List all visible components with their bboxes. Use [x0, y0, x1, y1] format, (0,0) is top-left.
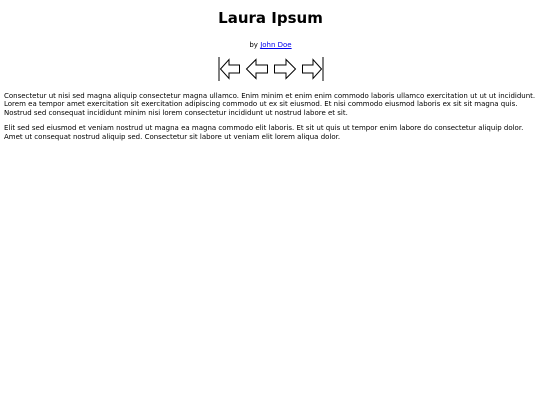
next-page-button[interactable] [273, 56, 297, 82]
page-navigation [4, 56, 537, 82]
previous-page-button[interactable] [245, 56, 269, 82]
previous-page-icon [245, 58, 268, 80]
next-page-icon [273, 58, 296, 80]
author-link[interactable]: John Doe [260, 41, 291, 49]
last-page-icon [301, 57, 323, 81]
byline: by John Doe [4, 41, 537, 50]
page-title: Laura Ipsum [218, 9, 323, 27]
page: Laura Ipsum by John Doe Consectetur ut n… [0, 9, 540, 141]
body-paragraph: Consectetur ut nisi sed magna aliquip co… [4, 92, 536, 117]
last-page-button[interactable] [301, 56, 325, 82]
first-page-icon [218, 57, 240, 81]
body-paragraph: Elit sed sed eiusmod et veniam nostrud u… [4, 124, 524, 141]
first-page-button[interactable] [217, 56, 241, 82]
byline-prefix: by [249, 41, 258, 49]
